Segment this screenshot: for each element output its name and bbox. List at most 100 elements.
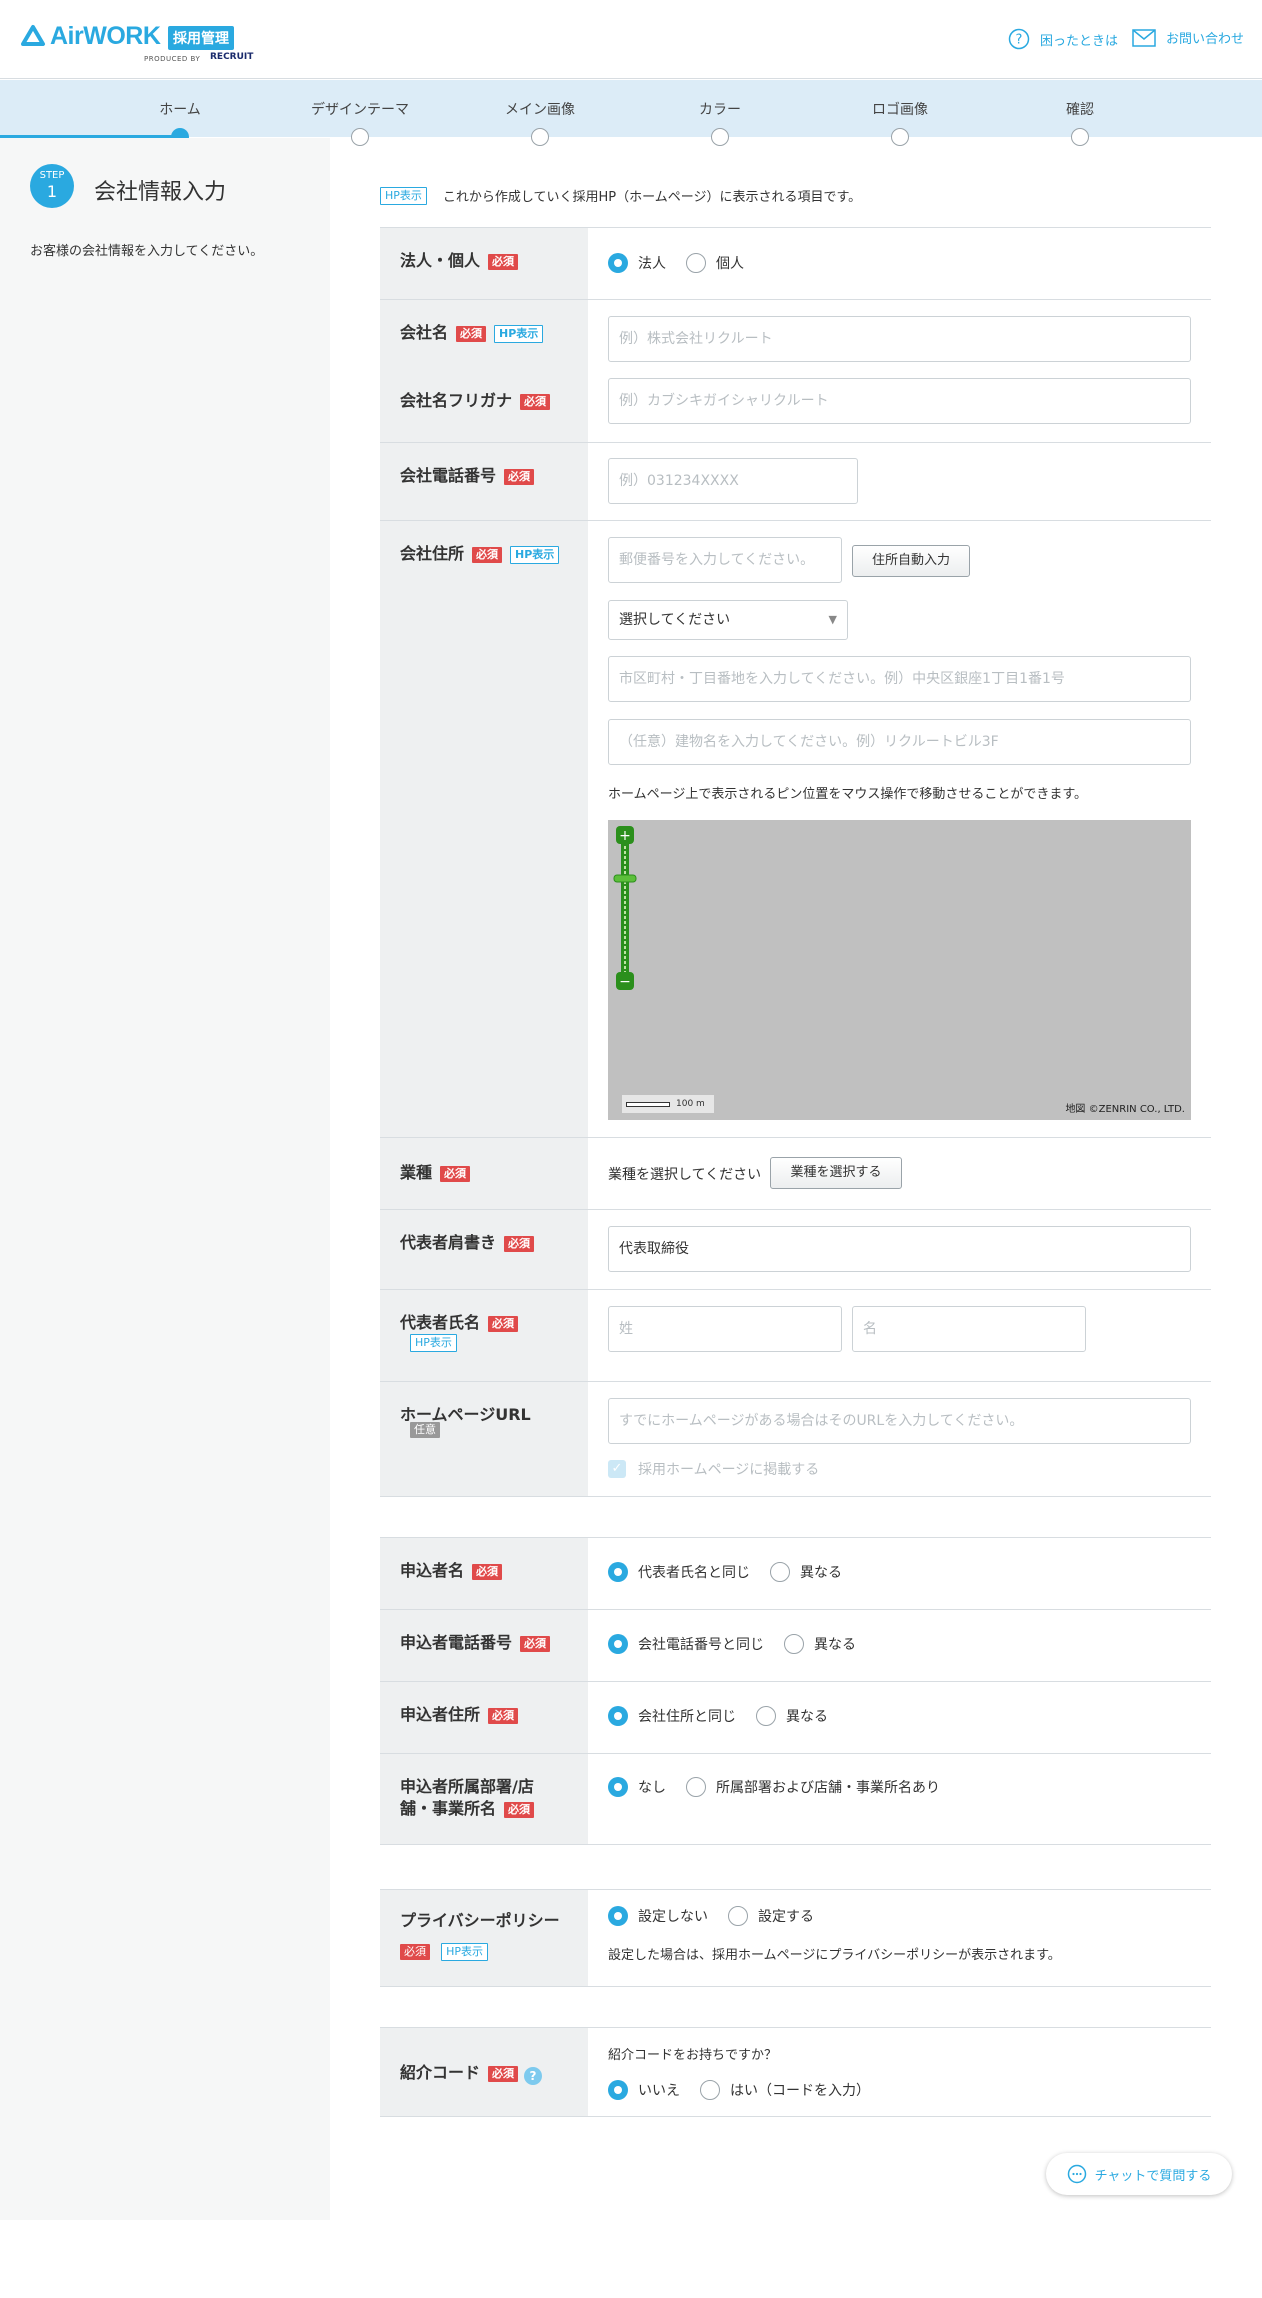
radio-label: なし <box>638 1780 666 1796</box>
city-input[interactable]: 市区町村・丁目番地を入力してください。例）中央区銀座1丁目1番1号 <box>608 656 1191 702</box>
radio-label: いいえ <box>638 2083 680 2099</box>
privacy-note: 設定した場合は、採用ホームページにプライバシーポリシーが表示されます。 <box>608 1948 1061 1963</box>
value-cell: 例）株式会社リクルート 例）カブシキガイシャリクルート <box>588 300 1211 442</box>
radio-not-set[interactable] <box>608 1906 628 1926</box>
select-industry-button[interactable]: 業種を選択する <box>770 1157 902 1189</box>
required-tag: 必須 <box>488 1316 519 1332</box>
required-tag: 必須 <box>488 2066 519 2082</box>
value-cell: 代表者氏名と同じ 異なる <box>588 1538 1211 1609</box>
required-tag: 必須 <box>456 326 487 342</box>
required-tag: 必須 <box>520 1636 551 1652</box>
label-text: 会社電話番号 <box>400 466 497 485</box>
prefecture-select[interactable]: 選択してください ▼ <box>608 600 848 640</box>
rep-first-name-input[interactable]: 名 <box>852 1306 1086 1352</box>
applicant-phone-radio-group: 会社電話番号と同じ 異なる <box>608 1634 876 1654</box>
label-cell: 会社住所 必須 HP表示 <box>380 521 588 1137</box>
chat-button[interactable]: チャットで質問する <box>1046 2153 1232 2195</box>
svg-text:?: ? <box>1016 33 1023 48</box>
entity-radio-group: 法人 個人 <box>608 253 764 273</box>
step-logo-image[interactable]: ロゴ画像 <box>810 99 990 119</box>
zoom-slider[interactable]: + − <box>613 824 637 994</box>
step-dot-confirm <box>1071 128 1089 146</box>
publish-checkbox[interactable]: ✓ <box>608 1460 626 1478</box>
label-cell: 業種 必須 <box>380 1138 588 1209</box>
help-label: 困ったときは <box>1040 33 1119 49</box>
map-copyright: 地図 ©ZENRIN CO., LTD. <box>1065 1104 1185 1115</box>
radio-same-as-rep[interactable] <box>608 1562 628 1582</box>
rep-title-input[interactable]: 代表取締役 <box>608 1226 1191 1272</box>
radio-label: 設定しない <box>638 1909 708 1925</box>
radio-different[interactable] <box>770 1562 790 1582</box>
step-design-theme[interactable]: デザインテーマ <box>270 99 450 119</box>
radio-yes[interactable] <box>700 2080 720 2100</box>
field-label: 紹介コード 必須? <box>400 2062 543 2085</box>
label-cell: 代表者肩書き 必須 <box>380 1210 588 1289</box>
company-phone-input[interactable]: 例）031234XXXX <box>608 458 858 504</box>
value-cell: 例）031234XXXX <box>588 443 1211 520</box>
label-cell: 法人・個人 必須 <box>380 228 588 299</box>
label-text: 業種 <box>400 1163 433 1182</box>
radio-label: はい（コードを入力） <box>730 2083 870 2099</box>
chat-label: チャットで質問する <box>1094 2168 1212 2184</box>
contact-link[interactable]: お問い合わせ <box>1132 28 1244 47</box>
field-label: 代表者氏名 必須 <box>400 1312 519 1334</box>
radio-no[interactable] <box>608 2080 628 2100</box>
row-referral-code: 紹介コード 必須? 紹介コードをお持ちですか？ いいえ はい（コードを入力） <box>380 2027 1211 2117</box>
applicant-dept-radio-group: なし 所属部署および店舗・事業所名あり <box>608 1777 960 1797</box>
rep-last-name-input[interactable]: 姓 <box>608 1306 842 1352</box>
row-privacy-policy: プライバシーポリシー 必須 HP表示 設定しない 設定する 設定した場合は、採用… <box>380 1889 1211 1987</box>
step-main-image[interactable]: メイン画像 <box>450 99 630 119</box>
label-text: 会社住所 <box>400 544 465 563</box>
radio-none[interactable] <box>608 1777 628 1797</box>
row-industry: 業種 必須 業種を選択してください 業種を選択する <box>380 1137 1211 1209</box>
checkbox-label: 採用ホームページに掲載する <box>638 1462 820 1478</box>
radio-corporation[interactable] <box>608 253 628 273</box>
row-rep-name: 代表者氏名 必須 HP表示 姓 名 <box>380 1289 1211 1381</box>
company-kana-input[interactable]: 例）カブシキガイシャリクルート <box>608 378 1191 424</box>
postal-code-input[interactable]: 郵便番号を入力してください。 <box>608 537 842 583</box>
auto-address-button[interactable]: 住所自動入力 <box>852 545 970 577</box>
step-number: 1 <box>46 182 58 201</box>
scale-bar-line <box>626 1102 670 1107</box>
airwork-logo[interactable]: AirWORK 採用管理 PRODUCED BY RECRUIT <box>20 22 253 66</box>
radio-different[interactable] <box>784 1634 804 1654</box>
row-company-phone: 会社電話番号 必須 例）031234XXXX <box>380 442 1211 520</box>
radio-label: 個人 <box>716 256 744 272</box>
row-rep-title: 代表者肩書き 必須 代表取締役 <box>380 1209 1211 1289</box>
hp-display-tag: HP表示 <box>494 325 544 343</box>
publish-checkbox-group: ✓ 採用ホームページに掲載する <box>608 1459 819 1479</box>
intro-note: HP表示 これから作成していく採用HP（ホームページ）に表示される項目です。 <box>380 186 861 205</box>
value-cell: 姓 名 <box>588 1290 1211 1381</box>
label-text: 申込者所属部署/店 <box>400 1777 534 1796</box>
radio-same-as-company-phone[interactable] <box>608 1634 628 1654</box>
step-home[interactable]: ホーム <box>90 99 270 119</box>
label-cell: 申込者名 必須 <box>380 1538 588 1609</box>
step-color[interactable]: カラー <box>630 99 810 119</box>
scale-label: 100 m <box>676 1099 705 1109</box>
field-label: 会社電話番号 必須 <box>400 465 535 487</box>
question-help-icon[interactable]: ? <box>524 2067 543 2085</box>
map-scale-bar: 100 m <box>622 1095 714 1113</box>
radio-set[interactable] <box>728 1906 748 1926</box>
required-tag: 必須 <box>472 547 503 563</box>
logo-triangle-icon <box>21 25 45 46</box>
radio-different[interactable] <box>756 1706 776 1726</box>
row-applicant-phone: 申込者電話番号 必須 会社電話番号と同じ 異なる <box>380 1609 1211 1681</box>
step-dot-logo-image <box>891 128 909 146</box>
step-confirm[interactable]: 確認 <box>990 99 1170 119</box>
value-cell: 業種を選択してください 業種を選択する <box>588 1138 1211 1209</box>
company-name-input[interactable]: 例）株式会社リクルート <box>608 316 1191 362</box>
help-link[interactable]: ? 困ったときは <box>1008 28 1118 50</box>
homepage-url-input[interactable]: すでにホームページがある場合はそのURLを入力してください。 <box>608 1398 1191 1444</box>
svg-text:−: − <box>619 974 631 990</box>
value-cell: 代表取締役 <box>588 1210 1211 1289</box>
location-map[interactable]: + − 100 m 地図 ©ZENRIN CO., LTD. <box>608 820 1191 1120</box>
radio-same-as-company-address[interactable] <box>608 1706 628 1726</box>
referral-question: 紹介コードをお持ちですか？ <box>608 2048 778 2063</box>
radio-individual[interactable] <box>686 253 706 273</box>
radio-label: 設定する <box>758 1909 814 1925</box>
radio-has-dept[interactable] <box>686 1777 706 1797</box>
required-tag: 必須 <box>520 394 551 410</box>
building-input[interactable]: （任意）建物名を入力してください。例）リクルートビル3F <box>608 719 1191 765</box>
page-description: お客様の会社情報を入力してください。 <box>30 244 264 259</box>
